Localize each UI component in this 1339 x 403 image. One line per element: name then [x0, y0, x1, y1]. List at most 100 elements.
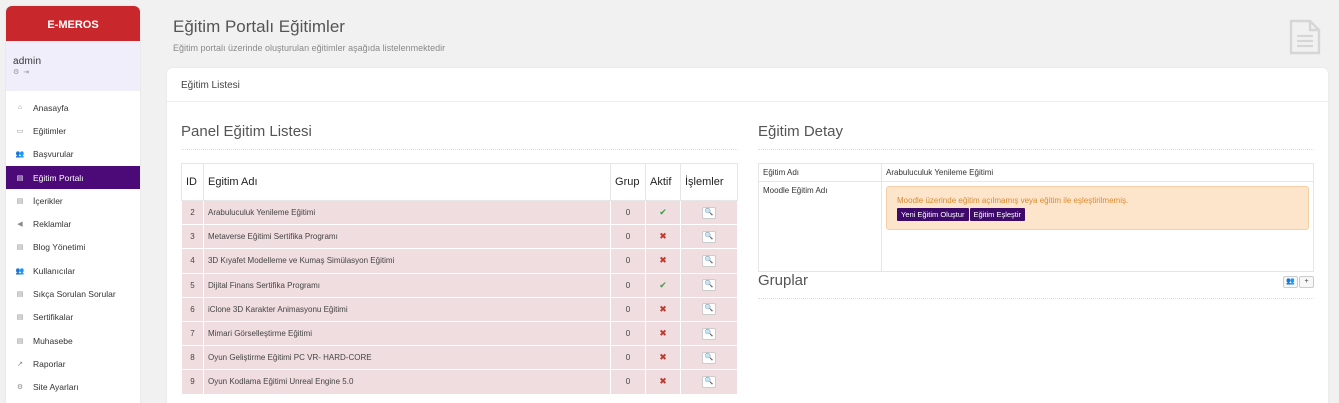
training-table: ID Egitim Adı Grup Aktif İşlemler 2 Arabu…: [181, 163, 738, 395]
table-row[interactable]: 9 Oyun Kodlama Eğitimi Unreal Engine 5.0 0…: [181, 369, 738, 395]
row-group: 0: [610, 272, 647, 298]
sidebar-item-anasayfa[interactable]: ⌂ Anasayfa: [6, 96, 140, 119]
groups-title: Gruplar: [758, 272, 809, 289]
row-id: 8: [181, 345, 204, 371]
card-tab[interactable]: Eğitim Listesi: [167, 68, 1328, 102]
table-header-row: ID Egitim Adı Grup Aktif İşlemler: [181, 163, 738, 201]
row-name: Metaverse Eğitimi Sertifika Programı: [202, 224, 612, 250]
table-row[interactable]: 8 Oyun Geliştirme Eğitimi PC VR- HARD-COR…: [181, 345, 738, 371]
table-row[interactable]: 4 3D Kıyafet Modelleme ve Kumaş Simülasyo…: [181, 248, 738, 274]
detail-title: Eğitim Detay: [758, 123, 844, 140]
table-row[interactable]: 2 Arabuluculuk Yenileme Eğitimi 0 ✔ 🔍: [181, 199, 738, 226]
sidebar-item-sertifikalar[interactable]: ▤ Sertifikalar: [6, 306, 140, 329]
row-group: 0: [610, 320, 647, 347]
gear-icon: ⚙: [16, 384, 24, 392]
group-users-button[interactable]: 👥: [1283, 276, 1298, 288]
row-id: 6: [181, 296, 204, 322]
detail-moodle-label: Moodle Eğitim Adı: [758, 181, 882, 272]
sidebar-item-site-ayarları[interactable]: ⚙ Site Ayarları: [6, 376, 140, 399]
row-id: 4: [181, 248, 204, 274]
detail-row: Eğitim Adı Arabuluculuk Yenileme Eğitimi: [758, 163, 1314, 182]
sidebar-item-başvurular[interactable]: 👥 Başvurular: [6, 143, 140, 166]
row-id: 9: [181, 369, 204, 395]
sidebar-menu: ⌂ Anasayfa ▭ Eğitimler 👥 Başvurular ▤ Eğitim Po…: [6, 91, 140, 399]
search-icon[interactable]: 🔍: [702, 327, 716, 340]
row-active: ✔: [645, 199, 681, 226]
divider: [758, 149, 1314, 150]
search-icon[interactable]: 🔍: [702, 230, 716, 243]
search-icon[interactable]: 🔍: [702, 279, 716, 292]
row-name: Dijital Finans Sertifika Programı: [202, 272, 612, 298]
brand-logo[interactable]: E-MEROS: [6, 6, 140, 41]
table-row[interactable]: 6 iClone 3D Karakter Animasyonu Eğitimi 0 ✖…: [181, 296, 738, 322]
table-row[interactable]: 5 Dijital Finans Sertifika Programı 0 ✔ 🔍: [181, 272, 738, 298]
search-icon[interactable]: 🔍: [702, 351, 716, 364]
users-icon: 👥: [15, 267, 25, 275]
search-icon[interactable]: 🔍: [702, 375, 716, 388]
row-group: 0: [610, 248, 647, 274]
sidebar-item-i-çerikler[interactable]: ▤ İçerikler: [6, 189, 140, 212]
search-icon[interactable]: 🔍: [702, 206, 716, 219]
sidebar-item-eğitim-portalı[interactable]: ▤ Eğitim Portalı: [6, 165, 140, 190]
row-active: ✖: [645, 345, 681, 371]
detail-table: Eğitim Adı Arabuluculuk Yenileme Eğitimi…: [758, 163, 1314, 272]
sidebar-item-reklamlar[interactable]: ◀ Reklamlar: [6, 212, 140, 235]
cross-icon: ✖: [659, 231, 667, 242]
search-icon[interactable]: 🔍: [702, 303, 716, 316]
row-id: 2: [181, 199, 204, 226]
row-id: 7: [181, 320, 204, 347]
add-group-button[interactable]: +: [1299, 276, 1314, 288]
file-icon: ▤: [16, 244, 24, 252]
detail-moodle-value: Moodle üzerinde eğitim açılmamış veya eğ…: [881, 181, 1314, 272]
row-name: Mimari Görselleştirme Eğitimi: [202, 320, 612, 347]
create-training-button[interactable]: Yeni Eğitim Oluştur: [897, 208, 969, 221]
sidebar-item-muhasebe[interactable]: ▤ Muhasebe: [6, 329, 140, 352]
search-icon[interactable]: 🔍: [702, 254, 716, 267]
sidebar-item-label: Reklamlar: [33, 219, 72, 230]
table-row[interactable]: 7 Mimari Görselleştirme Eğitimi 0 ✖ 🔍: [181, 320, 738, 347]
username: admin: [13, 56, 42, 67]
row-actions: 🔍: [680, 369, 738, 395]
sidebar-item-sıkça-sorulan-sorular[interactable]: ▤ Sıkça Sorulan Sorular: [6, 282, 140, 305]
table-body: 2 Arabuluculuk Yenileme Eğitimi 0 ✔ 🔍 3 Metave…: [181, 199, 738, 395]
check-icon: ✔: [659, 207, 667, 218]
sidebar-item-kullanıcılar[interactable]: 👥 Kullanıcılar: [6, 259, 140, 282]
check-icon: ✔: [659, 279, 667, 290]
detail-name-label: Eğitim Adı: [758, 163, 882, 182]
gear-icon[interactable]: ⚙: [13, 69, 19, 76]
row-group: 0: [610, 296, 647, 322]
alert-text: Moodle üzerinde eğitim açılmamış veya eğ…: [897, 196, 1129, 205]
row-group: 0: [610, 199, 647, 226]
row-name: 3D Kıyafet Modelleme ve Kumaş Simülasyon…: [202, 248, 612, 274]
row-name: iClone 3D Karakter Animasyonu Eğitimi: [202, 296, 612, 322]
file-icon: ▤: [16, 291, 24, 299]
sidebar-item-blog-yönetimi[interactable]: ▤ Blog Yönetimi: [6, 236, 140, 259]
sidebar-item-label: Eğitim Portalı: [33, 172, 84, 183]
divider: [758, 298, 1314, 299]
table-row[interactable]: 3 Metaverse Eğitimi Sertifika Programı 0 ✖ 🔍: [181, 224, 738, 250]
page-title: Eğitim Portalı Eğitimler: [173, 17, 345, 36]
row-name: Arabuluculuk Yenileme Eğitimi: [202, 199, 612, 226]
row-name: Oyun Kodlama Eğitimi Unreal Engine 5.0: [202, 369, 612, 395]
row-actions: 🔍: [680, 296, 738, 322]
group-actions: 👥 +: [1283, 276, 1314, 288]
chart-icon: ↗: [17, 360, 23, 368]
row-id: 3: [181, 224, 204, 250]
detail-row: Moodle Eğitim Adı Moodle üzerinde eğitim…: [758, 181, 1314, 272]
row-actions: 🔍: [680, 345, 738, 371]
sidebar-item-label: Anasayfa: [33, 102, 69, 113]
page-subtitle: Eğitim portalı üzerinde oluşturulan eğit…: [173, 43, 446, 53]
row-actions: 🔍: [680, 272, 738, 298]
sidebar-item-raporlar[interactable]: ↗ Raporlar: [6, 352, 140, 375]
row-actions: 🔍: [680, 199, 738, 226]
cross-icon: ✖: [659, 303, 667, 314]
match-training-button[interactable]: Eğitim Eşleştir: [969, 208, 1026, 221]
row-active: ✖: [645, 320, 681, 347]
bullhorn-icon: ◀: [17, 221, 23, 229]
row-name: Oyun Geliştirme Eğitimi PC VR- HARD-CORE: [202, 345, 612, 371]
row-active: ✖: [645, 296, 681, 322]
logout-icon[interactable]: ⇥: [23, 69, 29, 76]
sidebar-item-label: Sıkça Sorulan Sorular: [33, 289, 116, 300]
sidebar-item-eğitimler[interactable]: ▭ Eğitimler: [6, 119, 140, 142]
sidebar: E-MEROS admin ⚙ ⇥ ⌂ Anasayfa ▭ Eğitimler 👥 Baş…: [6, 6, 140, 403]
